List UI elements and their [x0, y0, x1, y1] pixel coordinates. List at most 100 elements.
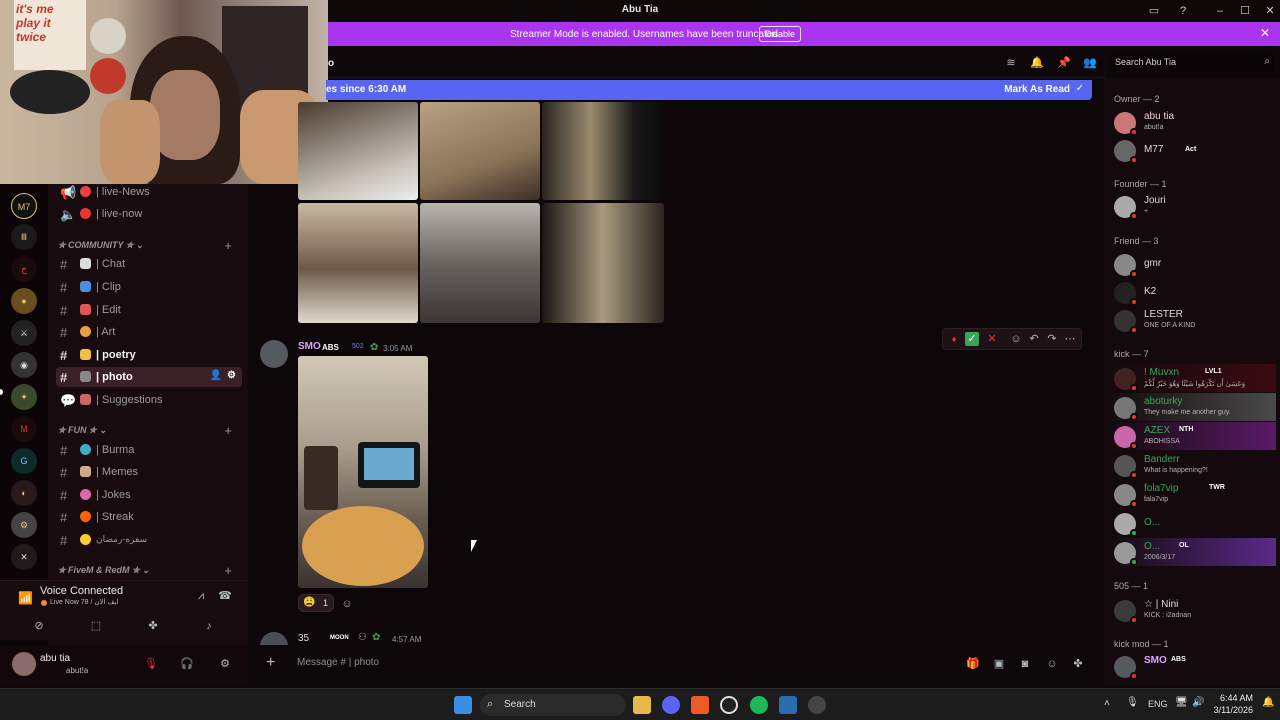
invite-icon[interactable]: 👤: [210, 370, 222, 381]
attach-plus-icon[interactable]: +: [266, 654, 275, 672]
server-icon[interactable]: G: [11, 448, 37, 474]
network-icon[interactable]: 🖥: [1175, 697, 1188, 708]
check-reaction-icon[interactable]: ✓: [965, 332, 979, 346]
member-item[interactable]: K2: [1110, 278, 1276, 306]
server-icon[interactable]: ◉: [11, 352, 37, 378]
channel-live-news[interactable]: 📢 | live-News: [56, 182, 242, 202]
discord-icon[interactable]: [662, 696, 680, 714]
chevron-up-icon[interactable]: ˄: [1104, 698, 1110, 709]
add-channel-icon[interactable]: +: [224, 238, 232, 253]
channel-live-now[interactable]: 🔈 | live-now: [56, 204, 242, 224]
member-item[interactable]: LESTER ONE OF A KIND: [1110, 306, 1276, 334]
brave-icon[interactable]: [691, 696, 709, 714]
pin-icon[interactable]: 📌: [1057, 56, 1071, 70]
member-item[interactable]: Banderr What is happening?!: [1110, 451, 1276, 479]
forward-icon[interactable]: ↷: [1045, 332, 1059, 346]
member-item[interactable]: fola7vip TWR fala7vip: [1110, 480, 1276, 508]
settings-gear-icon[interactable]: ⚙: [218, 657, 232, 671]
screen-share-icon[interactable]: ⬚: [89, 619, 103, 633]
inbox-icon[interactable]: ▭: [1146, 3, 1162, 19]
message-avatar[interactable]: [260, 632, 288, 645]
mark-as-read-button[interactable]: Mark As Read: [1004, 84, 1070, 95]
clock-time[interactable]: 6:44 AM: [1219, 693, 1253, 703]
channel-streak[interactable]: # | Streak: [56, 507, 242, 527]
attachment-image[interactable]: [542, 102, 664, 200]
soundboard-icon[interactable]: ♪: [202, 619, 216, 633]
app-icon[interactable]: [808, 696, 826, 714]
gif-icon[interactable]: ▣: [992, 657, 1006, 671]
channel-burma[interactable]: # | Burma: [56, 440, 242, 460]
channel-suggestions[interactable]: 💬 | Suggestions: [56, 390, 242, 410]
emoji-icon[interactable]: ☺: [1045, 657, 1059, 671]
message-author[interactable]: 35: [298, 633, 309, 644]
clock-date[interactable]: 3/11/2026: [1210, 705, 1253, 715]
channel-photo[interactable]: # | photo 👤 ⚙: [56, 367, 242, 387]
notification-icon[interactable]: 🔔: [1262, 697, 1274, 708]
channel-clip[interactable]: # | Clip: [56, 277, 242, 297]
server-icon[interactable]: ⚙: [11, 512, 37, 538]
member-item[interactable]: AZEX NTH ABOHISSA: [1110, 422, 1276, 450]
channel-ramadan[interactable]: # سفره-رمضان: [56, 530, 242, 550]
language-indicator[interactable]: ENG: [1148, 699, 1168, 709]
server-icon[interactable]: M: [11, 416, 37, 442]
message-composer[interactable]: + Message # | photo 🎁 ▣ ◙ ☺ ✤: [258, 650, 1096, 678]
threads-icon[interactable]: ≋: [1004, 56, 1018, 70]
reaction-pill[interactable]: 😩 1: [298, 594, 334, 612]
channel-art[interactable]: # | Art: [56, 322, 242, 342]
banner-close-icon[interactable]: ✕: [1260, 26, 1270, 40]
add-channel-icon[interactable]: +: [224, 563, 232, 578]
volume-icon[interactable]: 🔊: [1192, 697, 1204, 708]
server-icon[interactable]: ●: [11, 288, 37, 314]
search-input[interactable]: Search Abu Tia ⌕: [1110, 54, 1274, 72]
maximize-icon[interactable]: ☐: [1237, 3, 1253, 19]
deafen-icon[interactable]: 🎧: [180, 657, 194, 671]
channel-chat[interactable]: # | Chat: [56, 254, 242, 274]
taskbar-search[interactable]: ⌕ Search: [480, 694, 626, 716]
member-item[interactable]: gmr: [1110, 250, 1276, 278]
window-close-icon[interactable]: ✕: [1262, 3, 1278, 19]
add-reaction-icon[interactable]: ☺: [1009, 332, 1023, 346]
channel-edit[interactable]: # | Edit: [56, 300, 242, 320]
gear-icon[interactable]: ⚙: [227, 370, 236, 381]
member-item[interactable]: SMO ABS: [1110, 652, 1276, 680]
server-icon[interactable]: ✕: [11, 544, 37, 570]
activities-icon[interactable]: ✤: [146, 619, 160, 633]
disable-button[interactable]: Disable: [759, 26, 801, 42]
more-icon[interactable]: ⋯: [1063, 332, 1077, 346]
spotify-icon[interactable]: [750, 696, 768, 714]
minimize-icon[interactable]: –: [1212, 3, 1228, 19]
server-icon[interactable]: Ⅲ: [11, 224, 37, 250]
server-icon[interactable]: ✦: [11, 384, 37, 410]
microphone-icon[interactable]: 🎙: [1126, 697, 1139, 708]
message-avatar[interactable]: [260, 340, 288, 368]
attachment-image[interactable]: [542, 203, 664, 323]
bell-icon[interactable]: 🔔: [1030, 56, 1044, 70]
voice-channel[interactable]: Live Now 78 / ايف الان: [50, 598, 119, 606]
attachment-image[interactable]: [298, 203, 418, 323]
category-fivem[interactable]: ✮ FiveM & RedM ✮ ⌄ +: [58, 563, 244, 579]
x-reaction-icon[interactable]: ✕: [985, 332, 999, 346]
attachment-image[interactable]: [420, 203, 540, 323]
member-list-icon[interactable]: 👥: [1083, 56, 1097, 70]
obs-icon[interactable]: [720, 696, 738, 714]
camera-off-icon[interactable]: ⊘: [32, 619, 46, 633]
channel-jokes[interactable]: # | Jokes: [56, 485, 242, 505]
server-icon[interactable]: خ: [11, 256, 37, 282]
new-messages-bar[interactable]: es since 6:30 AM Mark As Read ✓: [326, 80, 1092, 100]
server-icon[interactable]: ◐: [11, 480, 37, 506]
noise-suppression-icon[interactable]: ⩘: [194, 589, 208, 603]
member-item[interactable]: Jouri +: [1110, 192, 1276, 220]
reaction-icon[interactable]: ♦: [947, 332, 961, 346]
member-item[interactable]: O...: [1110, 509, 1276, 537]
mute-icon[interactable]: 🎙: [144, 657, 158, 671]
add-reaction-icon[interactable]: ☺: [340, 597, 354, 611]
message-author[interactable]: SMO: [298, 341, 321, 352]
member-item[interactable]: O... OL 2006/3/17: [1110, 538, 1276, 566]
add-channel-icon[interactable]: +: [224, 423, 232, 438]
channel-poetry[interactable]: # | poetry: [56, 345, 242, 365]
attachment-image[interactable]: [298, 356, 428, 588]
member-item[interactable]: ! Muvxn LVL1 وَعَسَىٰ أَن تَكْرَهُوا شَيْئ…: [1110, 364, 1276, 392]
start-icon[interactable]: [454, 696, 472, 714]
server-icon[interactable]: M7: [11, 193, 37, 219]
gift-icon[interactable]: 🎁: [966, 657, 980, 671]
